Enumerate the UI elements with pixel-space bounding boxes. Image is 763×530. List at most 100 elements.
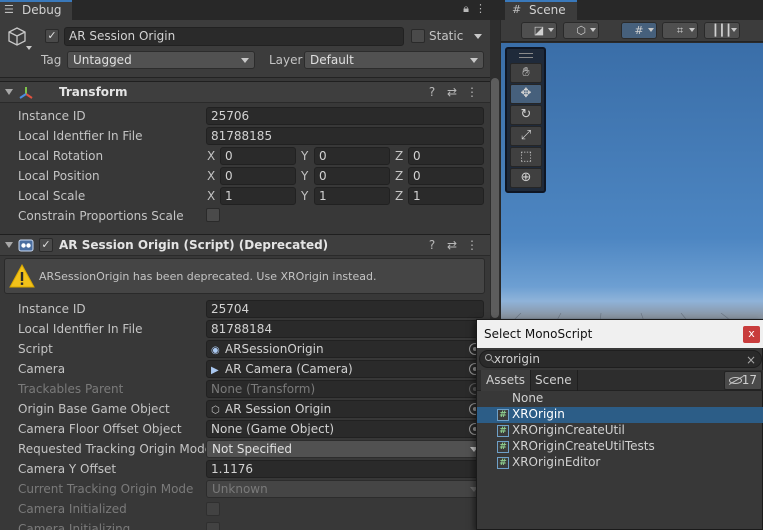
- list-item[interactable]: None: [477, 391, 763, 407]
- rect-tool-button[interactable]: ⬚: [510, 147, 542, 167]
- layer-label: Layer: [269, 53, 303, 67]
- warning-text: ARSessionOrigin has been deprecated. Use…: [39, 270, 377, 283]
- lock-icon[interactable]: 🔒︎: [463, 2, 475, 15]
- rotation-y-field[interactable]: 0: [314, 147, 390, 165]
- list-item-label: None: [512, 391, 544, 405]
- ar-script-icon: ◉: [211, 345, 220, 356]
- transform-tool-button[interactable]: ⊕: [510, 168, 542, 188]
- position-y-field[interactable]: 0: [314, 167, 390, 185]
- preset-icon[interactable]: ⇄: [442, 238, 462, 252]
- constrain-proportions-label: Constrain Proportions Scale: [18, 209, 184, 223]
- inspector-window-buttons: 🔒︎⋮: [463, 2, 492, 16]
- drag-handle-icon[interactable]: [519, 53, 533, 58]
- instance-id-field[interactable]: 25704: [206, 300, 484, 318]
- camera-floor-offset-field[interactable]: None (Game Object): [206, 420, 484, 438]
- hand-tool-button[interactable]: ✋︎: [510, 63, 542, 83]
- icon-dropdown-caret[interactable]: [26, 46, 32, 50]
- inspector-scrollbar-thumb[interactable]: [491, 78, 499, 318]
- csharp-script-icon: #: [497, 409, 509, 421]
- scale-x-field[interactable]: 1: [220, 187, 296, 205]
- layer-dropdown[interactable]: Default: [304, 51, 484, 69]
- foldout-arrow-icon[interactable]: [5, 242, 13, 248]
- position-x-field[interactable]: 0: [220, 167, 296, 185]
- instance-id-field[interactable]: 25706: [206, 107, 484, 125]
- object-header: ✓ AR Session Origin Static Tag Untagged …: [0, 20, 490, 78]
- origin-base-object-field[interactable]: ⬡ AR Session Origin: [206, 400, 484, 418]
- preset-icon[interactable]: ⇄: [442, 85, 462, 99]
- ar-script-icon: [18, 239, 34, 252]
- position-z-field[interactable]: 0: [408, 167, 484, 185]
- component-enabled-checkbox[interactable]: ✓: [39, 238, 53, 252]
- popup-title-bar[interactable]: Select MonoScript x: [477, 320, 763, 348]
- list-item[interactable]: # XROriginEditor: [477, 455, 763, 471]
- axis-y-label[interactable]: Y: [301, 149, 308, 163]
- chevron-down-icon: [470, 58, 478, 63]
- more-menu-icon[interactable]: ⋮: [475, 2, 492, 15]
- axis-x-label[interactable]: X: [207, 189, 215, 203]
- hidden-items-toggle[interactable]: 17: [724, 371, 762, 390]
- ruler-icon: ┃┃┃: [712, 24, 732, 37]
- static-checkbox[interactable]: [411, 29, 425, 43]
- constrain-proportions-checkbox[interactable]: [206, 208, 220, 222]
- chevron-down-icon: [731, 28, 737, 32]
- tab-assets[interactable]: Assets: [481, 370, 532, 391]
- list-item-label: XROrigin: [512, 407, 565, 421]
- axis-y-label[interactable]: Y: [301, 189, 308, 203]
- axis-z-label[interactable]: Z: [395, 169, 403, 183]
- tab-debug[interactable]: ☰ Debug: [0, 0, 72, 20]
- script-object-field[interactable]: ◉ ARSessionOrigin: [206, 340, 484, 358]
- gameobject-cube-icon[interactable]: [6, 26, 28, 48]
- search-input[interactable]: xrorigin ×: [479, 350, 762, 368]
- active-checkbox[interactable]: ✓: [45, 29, 59, 43]
- tag-dropdown[interactable]: Untagged: [67, 51, 255, 69]
- select-monoscript-popup: Select MonoScript x xrorigin × Assets Sc…: [476, 319, 763, 530]
- list-item[interactable]: # XROrigin: [477, 407, 763, 423]
- axis-z-label[interactable]: Z: [395, 189, 403, 203]
- camera-object-field[interactable]: ▶ AR Camera (Camera): [206, 360, 484, 378]
- list-item[interactable]: # XROriginCreateUtil: [477, 423, 763, 439]
- foldout-arrow-icon[interactable]: [5, 89, 13, 95]
- requested-tracking-mode-label: Requested Tracking Origin Mode: [18, 442, 213, 456]
- more-menu-icon[interactable]: ⋮: [462, 85, 482, 99]
- chevron-down-icon: [648, 28, 654, 32]
- camera-y-offset-field[interactable]: 1.1176: [206, 460, 484, 478]
- tab-debug-label: Debug: [22, 3, 62, 17]
- clear-search-icon[interactable]: ×: [746, 352, 756, 368]
- scale-tool-button[interactable]: ⤢: [510, 126, 542, 146]
- scale-y-field[interactable]: 1: [314, 187, 390, 205]
- trackables-parent-value: None (Transform): [211, 382, 316, 396]
- close-button[interactable]: x: [743, 326, 760, 343]
- chevron-down-icon: [590, 28, 596, 32]
- axis-y-label[interactable]: Y: [301, 169, 308, 183]
- hidden-items-count: 17: [741, 373, 757, 387]
- rotation-x-field[interactable]: 0: [220, 147, 296, 165]
- ar-session-origin-header[interactable]: ✓ AR Session Origin (Script) (Deprecated…: [0, 234, 490, 256]
- help-icon[interactable]: ?: [422, 85, 442, 99]
- local-identifier-field[interactable]: 81788185: [206, 127, 484, 145]
- move-tool-button[interactable]: ✥: [510, 84, 542, 104]
- tab-scene[interactable]: # Scene: [505, 0, 577, 20]
- origin-base-label: Origin Base Game Object: [18, 402, 170, 416]
- list-item[interactable]: # XROriginCreateUtilTests: [477, 439, 763, 455]
- csharp-script-icon: #: [497, 457, 509, 469]
- axis-x-label[interactable]: X: [207, 149, 215, 163]
- local-identifier-field[interactable]: 81788184: [206, 320, 484, 338]
- csharp-script-icon: #: [497, 441, 509, 453]
- hand-icon: ✋︎: [522, 65, 530, 80]
- requested-tracking-mode-dropdown[interactable]: Not Specified: [206, 440, 484, 458]
- current-tracking-mode-label: Current Tracking Origin Mode: [18, 482, 194, 496]
- tab-scene[interactable]: Scene: [530, 370, 578, 391]
- scale-z-field[interactable]: 1: [408, 187, 484, 205]
- rotate-icon: ↻: [520, 107, 532, 122]
- more-menu-icon[interactable]: ⋮: [462, 238, 482, 252]
- object-name-field[interactable]: AR Session Origin: [64, 27, 404, 46]
- local-identifier-label: Local Identfier In File: [18, 322, 143, 336]
- axis-x-label[interactable]: X: [207, 169, 215, 183]
- camera-initializing-label: Camera Initializing: [18, 522, 131, 530]
- transform-header[interactable]: Transform ? ⇄ ⋮: [0, 81, 490, 103]
- axis-z-label[interactable]: Z: [395, 149, 403, 163]
- rotate-tool-button[interactable]: ↻: [510, 105, 542, 125]
- help-icon[interactable]: ?: [422, 238, 442, 252]
- static-dropdown-caret[interactable]: [474, 34, 482, 39]
- rotation-z-field[interactable]: 0: [408, 147, 484, 165]
